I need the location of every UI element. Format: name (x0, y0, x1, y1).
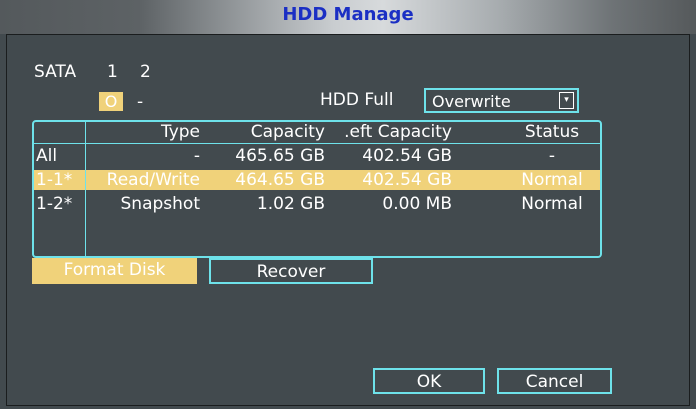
header-type: Type (160, 122, 200, 142)
row-left-capacity: 402.54 GB (362, 170, 452, 190)
row-type: - (193, 146, 200, 166)
row-status: - (548, 146, 556, 166)
chevron-down-icon[interactable]: ▾ (559, 92, 574, 109)
hdd-full-select[interactable]: Overwrite ▾ (424, 88, 579, 113)
row-status: Normal (521, 170, 583, 190)
row-capacity: 1.02 GB (256, 194, 325, 214)
ok-button[interactable]: OK (373, 368, 485, 394)
title-bar: HDD Manage (0, 0, 696, 34)
cancel-button[interactable]: Cancel (497, 368, 612, 394)
hdd-full-value: Overwrite (432, 92, 511, 111)
row-capacity: 464.65 GB (235, 170, 325, 190)
table-row[interactable]: 1-2* Snapshot 1.02 GB 0.00 MB Normal (34, 194, 600, 214)
header-left-capacity: .eft Capacity (344, 122, 452, 142)
header-status: Status (524, 122, 580, 142)
hdd-table: Type Capacity .eft Capacity Status All -… (32, 120, 602, 258)
row-type: Snapshot (120, 194, 200, 214)
header-capacity: Capacity (250, 122, 325, 142)
sata-port-1-status[interactable]: O (99, 92, 123, 111)
row-id: All (36, 146, 58, 166)
table-header: Type Capacity .eft Capacity Status (34, 122, 600, 142)
sata-port-2: 2 (140, 62, 151, 82)
table-row[interactable]: 1-1* Read/Write 464.65 GB 402.54 GB Norm… (34, 170, 600, 190)
row-type: Read/Write (106, 170, 200, 190)
row-left-capacity: 402.54 GB (362, 146, 452, 166)
row-id: 1-1* (36, 170, 73, 190)
row-capacity: 465.65 GB (235, 146, 325, 166)
sata-port-1: 1 (107, 62, 118, 82)
table-row[interactable]: All - 465.65 GB 402.54 GB - (34, 146, 600, 166)
window-title: HDD Manage (282, 4, 414, 25)
format-disk-button[interactable]: Format Disk (32, 258, 197, 284)
hdd-manage-window: HDD Manage SATA 1 2 O - HDD Full Overwri… (0, 0, 696, 409)
sata-port-2-status[interactable]: - (137, 92, 143, 112)
sata-label: SATA (34, 62, 77, 82)
header-divider (34, 143, 600, 144)
row-left-capacity: 0.00 MB (382, 194, 452, 214)
row-status: Normal (521, 194, 583, 214)
hdd-full-label: HDD Full (320, 90, 394, 110)
recover-button[interactable]: Recover (209, 258, 373, 284)
row-id: 1-2* (36, 194, 73, 214)
